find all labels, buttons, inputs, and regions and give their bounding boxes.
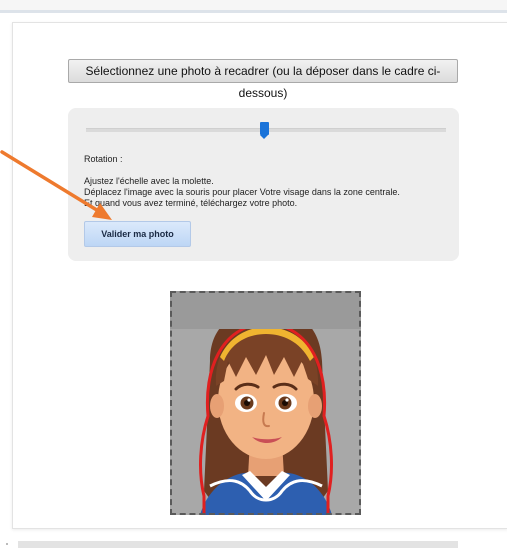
crop-area-dashed-border [170,291,361,515]
horizontal-scrollbar[interactable] [18,541,458,548]
bottom-marker [6,543,8,545]
